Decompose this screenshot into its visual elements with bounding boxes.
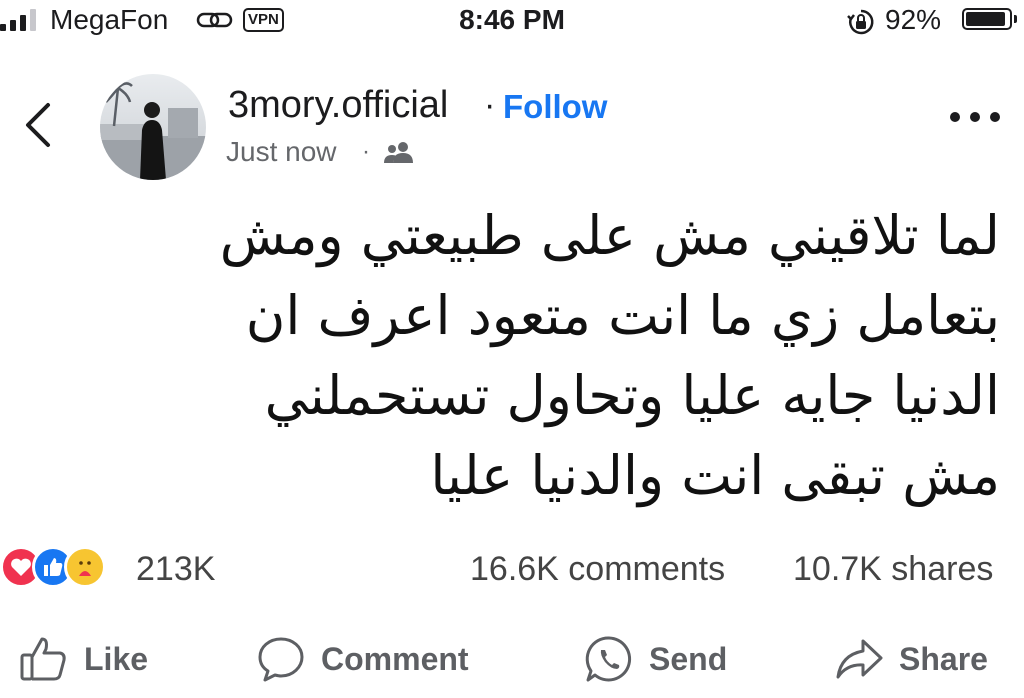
back-button[interactable]: [24, 102, 52, 153]
battery-icon: [962, 8, 1012, 30]
care-icon: [64, 546, 106, 588]
post-text-line: بتعامل زي ما انت متعود اعرف ان: [245, 284, 1000, 347]
ellipsis-icon: [950, 112, 1000, 122]
share-button[interactable]: Share: [833, 633, 988, 685]
follow-button[interactable]: Follow: [503, 88, 607, 126]
status-bar: MegaFon VPN 8:46 PM 92%: [0, 0, 1024, 44]
send-label: Send: [649, 640, 728, 677]
reactions-count[interactable]: 213K: [136, 550, 215, 589]
comments-count[interactable]: 16.6K comments: [470, 550, 725, 589]
post-text-line: الدنيا جايه عليا وتحاول تستحملني: [264, 364, 1000, 427]
send-button[interactable]: Send: [583, 633, 727, 685]
chevron-left-icon: [26, 103, 50, 147]
battery-tip: [1014, 15, 1017, 23]
battery-percent: 92%: [885, 4, 942, 35]
reaction-icons[interactable]: [0, 546, 106, 588]
post-text-line: لما تلاقيني مش على طبيعتي ومش: [219, 204, 1000, 267]
post-text: لما تلاقيني مش على طبيعتي ومش بتعامل زي …: [180, 196, 1000, 516]
whatsapp-icon: [585, 636, 632, 682]
post-timestamp[interactable]: Just now: [226, 136, 337, 168]
author-separator: ·: [484, 86, 496, 124]
author-name[interactable]: 3mory.official: [228, 84, 448, 127]
post-text-line: مش تبقى انت والدنيا عليا: [430, 444, 1000, 507]
like-button[interactable]: Like: [18, 633, 148, 685]
comment-label: Comment: [321, 640, 469, 677]
timestamp-separator: ·: [362, 138, 370, 165]
battery-level: [966, 12, 1005, 26]
comment-button[interactable]: Comment: [255, 633, 469, 685]
friends-icon: [383, 140, 415, 169]
like-label: Like: [84, 640, 149, 677]
more-options-button[interactable]: [948, 110, 1002, 129]
shares-count[interactable]: 10.7K shares: [793, 550, 993, 589]
orientation-lock-icon: [847, 8, 875, 41]
avatar[interactable]: [100, 74, 206, 180]
comment-bubble-icon: [258, 637, 304, 682]
thumbs-up-icon: [20, 637, 66, 681]
share-label: Share: [899, 640, 988, 677]
share-arrow-icon: [836, 639, 883, 679]
